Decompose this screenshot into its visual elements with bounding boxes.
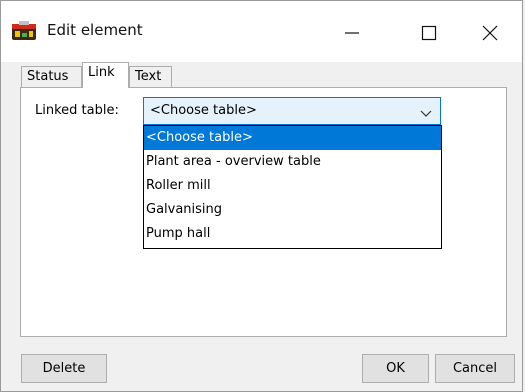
dropdown-option-galvanising[interactable]: Galvanising: [144, 198, 441, 222]
dropdown-option-plant-area[interactable]: Plant area - overview table: [144, 150, 441, 174]
minimize-icon: [345, 32, 359, 34]
minimize-button[interactable]: [329, 19, 375, 47]
maximize-button[interactable]: [406, 19, 452, 47]
dropdown-option-choose-table[interactable]: <Choose table>: [144, 126, 441, 150]
delete-button[interactable]: Delete: [21, 354, 107, 383]
tab-status[interactable]: Status: [21, 66, 82, 88]
close-icon: [482, 25, 498, 41]
chevron-down-icon: [420, 107, 432, 122]
dropdown-option-roller-mill[interactable]: Roller mill: [144, 174, 441, 198]
tab-link[interactable]: Link: [82, 62, 129, 88]
tab-text[interactable]: Text: [129, 66, 172, 88]
linked-table-dropdown: <Choose table> Plant area - overview tab…: [143, 125, 442, 249]
window-title: Edit element: [47, 21, 143, 39]
title-bar: Edit element: [0, 0, 523, 62]
maximize-icon: [421, 25, 437, 41]
dropdown-option-pump-hall[interactable]: Pump hall: [144, 222, 441, 246]
cancel-button[interactable]: Cancel: [435, 354, 515, 383]
linked-table-label: Linked table:: [35, 103, 119, 118]
linked-table-value: <Choose table>: [150, 103, 257, 118]
close-button[interactable]: [467, 19, 513, 47]
linked-table-select[interactable]: <Choose table>: [143, 97, 441, 125]
app-logo-icon: [11, 20, 37, 42]
ok-button[interactable]: OK: [362, 354, 429, 383]
